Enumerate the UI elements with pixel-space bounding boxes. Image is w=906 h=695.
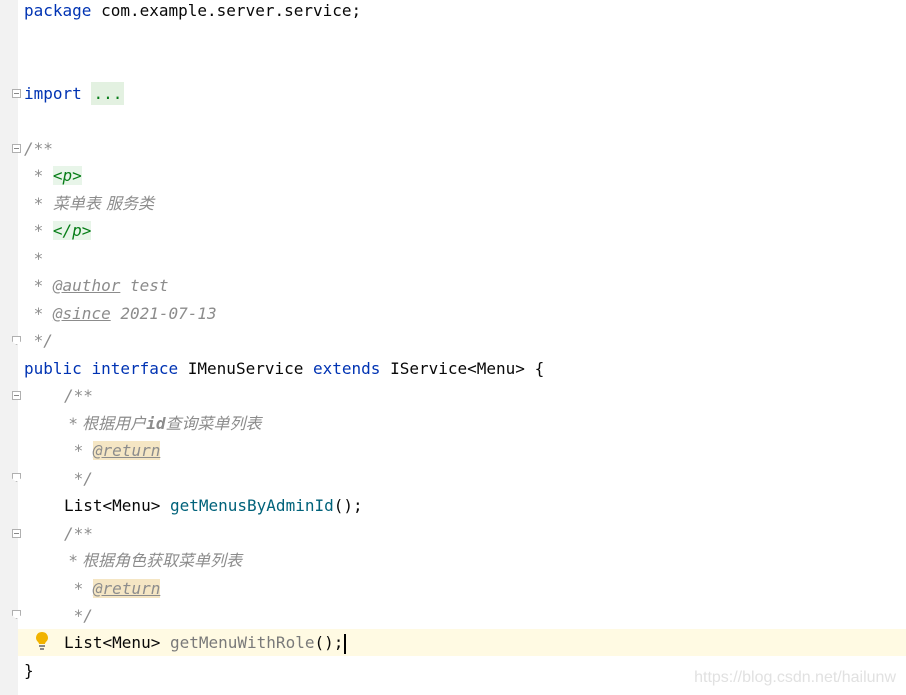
code-line[interactable]: import ... bbox=[24, 80, 125, 107]
fold-method-doc-icon[interactable] bbox=[12, 529, 21, 538]
code-line[interactable]: List<Menu> getMenusByAdminId(); bbox=[24, 492, 363, 519]
code-line[interactable]: public interface IMenuService extends IS… bbox=[24, 355, 544, 382]
comment-text: id bbox=[146, 414, 166, 433]
html-tag: <p> bbox=[52, 166, 82, 185]
comment-text: /** bbox=[64, 386, 93, 405]
comment-line[interactable]: * 根据用户id查询菜单列表 bbox=[24, 410, 261, 437]
method-name[interactable]: getMenusByAdminId bbox=[170, 496, 334, 515]
comment-text: */ bbox=[64, 469, 93, 488]
folded-imports[interactable]: ... bbox=[91, 82, 125, 105]
code-line[interactable]: List<Menu> getMenuWithRole(); bbox=[24, 629, 347, 656]
editor-gutter[interactable] bbox=[0, 0, 18, 695]
comment-text: /** bbox=[24, 139, 53, 158]
comment-text: */ bbox=[24, 331, 53, 350]
comment-text: * 根据角色获取菜单列表 bbox=[64, 551, 243, 570]
comment-line[interactable]: * @return bbox=[24, 575, 161, 602]
supertype: IService<Menu> { bbox=[380, 359, 545, 378]
comment-text: 查询菜单列表 bbox=[165, 414, 262, 433]
code-line[interactable]: } bbox=[24, 657, 34, 684]
comment-line[interactable]: */ bbox=[24, 465, 93, 492]
comment-line[interactable]: /** bbox=[24, 135, 53, 162]
text-caret bbox=[344, 633, 347, 654]
method-name[interactable]: getMenuWithRole bbox=[170, 633, 315, 652]
code-line[interactable]: package com.example.server.service; bbox=[24, 0, 361, 24]
fold-import-icon[interactable] bbox=[12, 89, 21, 98]
comment-line[interactable]: * </p> bbox=[24, 217, 92, 244]
comment-text: test bbox=[120, 276, 169, 295]
comment-line[interactable]: * @return bbox=[24, 437, 161, 464]
javadoc-tag: @return bbox=[92, 579, 161, 598]
watermark-text: https://blog.csdn.net/hailunw bbox=[694, 669, 896, 686]
comment-text: * bbox=[64, 441, 93, 460]
comment-line[interactable]: * 菜单表 服务类 bbox=[24, 190, 154, 217]
package-name: com.example.server.service; bbox=[91, 1, 362, 20]
comment-text: * 根据用户 bbox=[64, 414, 147, 433]
keyword: package bbox=[24, 1, 92, 20]
interface-name: IMenuService bbox=[178, 359, 313, 378]
comment-text: * bbox=[24, 304, 53, 323]
comment-line[interactable]: * @author test bbox=[24, 272, 169, 299]
comment-text: /** bbox=[64, 524, 93, 543]
comment-line[interactable]: */ bbox=[24, 602, 93, 629]
comment-line[interactable]: * 根据角色获取菜单列表 bbox=[24, 547, 242, 574]
code-editor[interactable]: package com.example.server.service; impo… bbox=[0, 0, 906, 695]
comment-line[interactable]: /** bbox=[24, 382, 93, 409]
comment-text: * bbox=[64, 579, 93, 598]
fold-class-doc-icon[interactable] bbox=[12, 144, 21, 153]
keyword: interface bbox=[91, 359, 179, 378]
keyword: import bbox=[24, 84, 82, 103]
javadoc-tag: @return bbox=[92, 441, 161, 460]
keyword: extends bbox=[313, 359, 381, 378]
comment-text: * bbox=[24, 166, 53, 185]
punctuation: } bbox=[24, 661, 34, 680]
comment-text: 菜单表 服务类 bbox=[52, 194, 154, 213]
html-tag: </p> bbox=[52, 221, 92, 240]
javadoc-tag: @since bbox=[52, 304, 111, 323]
fold-method-doc-icon[interactable] bbox=[12, 391, 21, 400]
comment-text: * bbox=[24, 249, 44, 268]
comment-text: * bbox=[24, 221, 53, 240]
punctuation: (); bbox=[314, 633, 344, 652]
return-type: List<Menu> bbox=[64, 633, 170, 652]
comment-text: */ bbox=[64, 606, 93, 625]
comment-text: 2021-07-13 bbox=[110, 304, 217, 323]
comment-line[interactable]: */ bbox=[24, 327, 53, 354]
keyword: public bbox=[24, 359, 82, 378]
comment-line[interactable]: /** bbox=[24, 520, 93, 547]
comment-text: * bbox=[24, 276, 53, 295]
comment-text: * bbox=[24, 194, 53, 213]
punctuation: (); bbox=[333, 496, 363, 515]
return-type: List<Menu> bbox=[64, 496, 170, 515]
comment-line[interactable]: * @since 2021-07-13 bbox=[24, 300, 217, 327]
comment-line[interactable]: * bbox=[24, 245, 44, 272]
comment-line[interactable]: * <p> bbox=[24, 162, 82, 189]
javadoc-tag: @author bbox=[52, 276, 121, 295]
